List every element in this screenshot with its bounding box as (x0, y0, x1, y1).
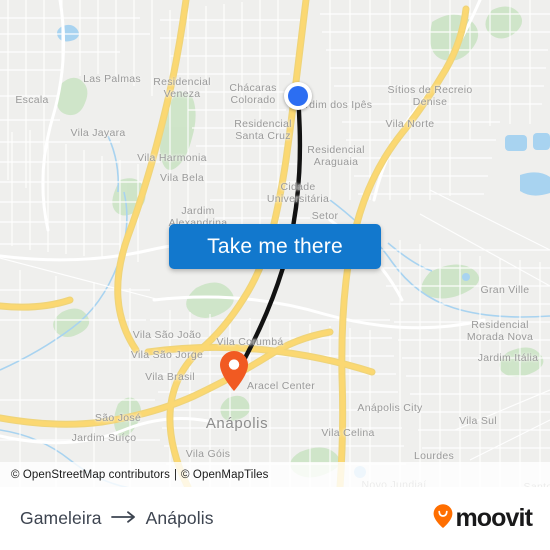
map-attribution-bar: © OpenStreetMap contributors | © OpenMap… (0, 462, 550, 487)
footer-bar: Gameleira Anápolis moovit (0, 487, 550, 550)
map-canvas[interactable]: Escala Las Palmas Residencial Veneza Vila Ja… (0, 0, 550, 487)
take-me-there-button[interactable]: Take me there (169, 224, 381, 269)
route-summary: Gameleira Anápolis (20, 508, 214, 529)
attribution-openstreetmap[interactable]: © OpenStreetMap contributors (11, 469, 170, 481)
route-destination-label: Anápolis (145, 508, 214, 528)
arrow-right-icon (110, 508, 137, 529)
origin-dot-marker[interactable] (284, 82, 312, 110)
moovit-pin-icon (432, 503, 454, 534)
moovit-route-preview: Escala Las Palmas Residencial Veneza Vila Ja… (0, 0, 550, 550)
route-origin-label: Gameleira (20, 508, 102, 528)
attribution-separator: | (173, 468, 178, 481)
moovit-wordmark: moovit (455, 504, 532, 532)
moovit-logo[interactable]: moovit (432, 503, 533, 534)
attribution-openmaptiles[interactable]: © OpenMapTiles (181, 469, 268, 481)
destination-pin-marker[interactable] (218, 350, 250, 392)
